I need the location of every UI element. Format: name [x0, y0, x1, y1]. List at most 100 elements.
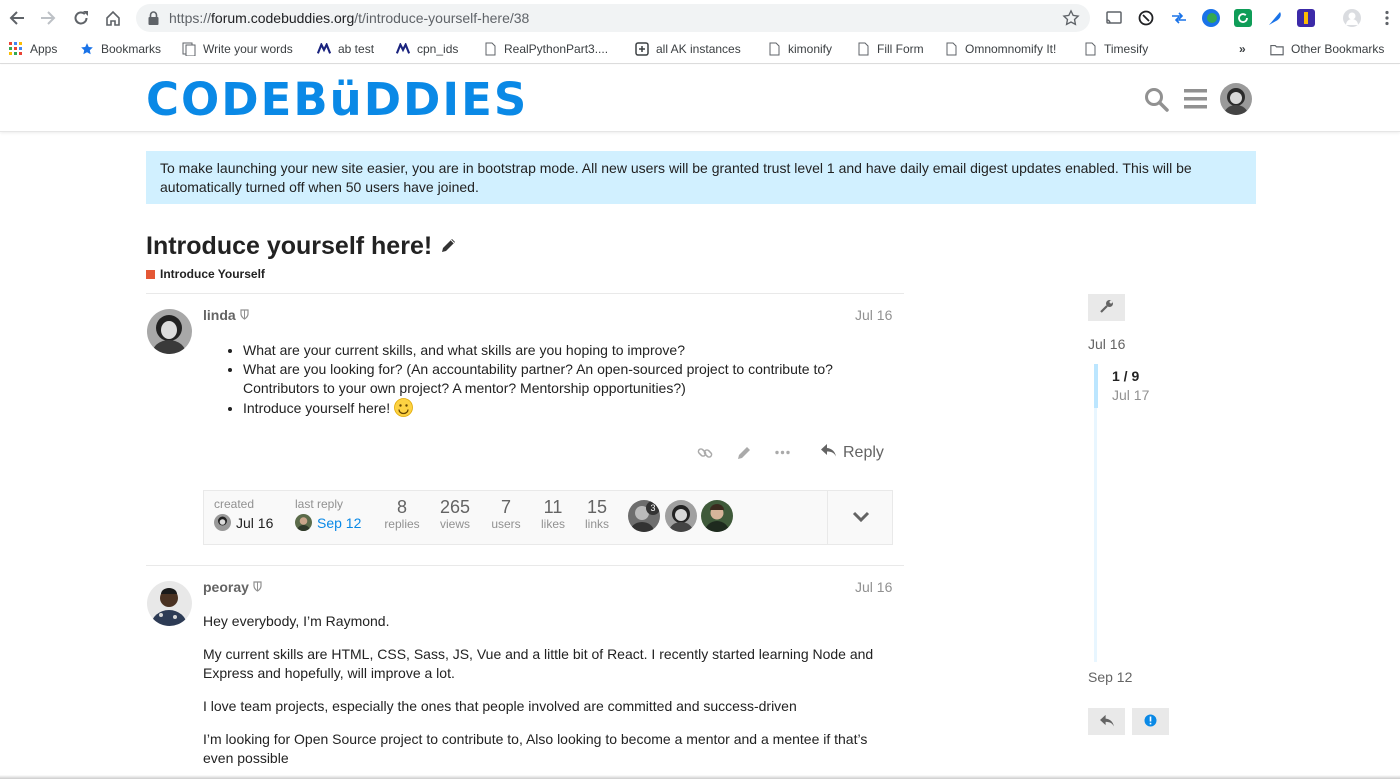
bookmarks-bar: Apps Bookmarks Write your words ab test …	[0, 36, 1400, 64]
menu-kebab-icon[interactable]	[1378, 9, 1396, 27]
bookmark-fill-form[interactable]: Fill Form	[856, 42, 924, 56]
bookmark-all-ak-instances[interactable]: all AK instances	[635, 42, 741, 56]
participant-avatar[interactable]: 3	[628, 500, 660, 532]
extension-bookmark-icon[interactable]	[1297, 9, 1315, 27]
url-text: https://forum.codebuddies.org/t/introduc…	[169, 10, 529, 26]
cast-icon[interactable]	[1105, 9, 1123, 27]
stat-value: 11	[543, 497, 563, 517]
bookmark-star-icon[interactable]	[1062, 9, 1080, 30]
bookmark-label: kimonify	[788, 42, 833, 56]
list-item: What are your current skills, and what s…	[243, 341, 893, 360]
timeline-scrollbar[interactable]	[1094, 364, 1097, 662]
notification-info-button[interactable]	[1132, 708, 1169, 735]
forward-arrow-icon[interactable]	[38, 8, 58, 28]
last-replier-mini-avatar[interactable]	[295, 514, 312, 531]
shield-icon	[240, 307, 249, 323]
bookmark-write-your-words[interactable]: Write your words	[182, 42, 293, 56]
post-avatar-peoray[interactable]	[147, 581, 192, 626]
stat-label: views	[439, 517, 470, 531]
extension-sync-icon[interactable]	[1137, 9, 1155, 27]
other-bookmarks-folder[interactable]: Other Bookmarks	[1270, 42, 1384, 56]
timeline-end-date[interactable]: Sep 12	[1088, 669, 1132, 685]
bookmark-label: Fill Form	[877, 42, 924, 56]
profile-avatar-icon[interactable]	[1343, 9, 1361, 27]
post-divider	[146, 565, 904, 566]
post-paragraph: I’m looking for Open Source project to c…	[203, 731, 868, 766]
hamburger-menu-icon[interactable]	[1184, 89, 1207, 112]
site-header: CODEBüDDIES	[0, 65, 1400, 132]
username-text: linda	[203, 307, 236, 323]
reply-arrow-icon	[820, 443, 837, 462]
post-username[interactable]: linda	[203, 307, 249, 323]
post-body: Hey everybody, I’m Raymond. My current s…	[203, 612, 893, 779]
bookmark-realpython[interactable]: RealPythonPart3....	[483, 42, 608, 56]
bookmarks-overflow-button[interactable]: »	[1239, 42, 1246, 56]
post-username[interactable]: peoray	[203, 579, 262, 595]
timeline-start-date[interactable]: Jul 16	[1088, 336, 1125, 352]
creator-mini-avatar[interactable]	[214, 514, 231, 531]
share-link-icon[interactable]	[697, 445, 713, 461]
list-item: What are you looking for? (An accountabi…	[243, 360, 893, 398]
stat-value: 265	[439, 497, 471, 517]
category-label: Introduce Yourself	[160, 267, 265, 281]
bookmark-ab-test[interactable]: ab test	[317, 42, 374, 56]
post-date[interactable]: Jul 16	[855, 579, 892, 595]
post-body: What are your current skills, and what s…	[203, 341, 893, 422]
more-actions-icon[interactable]	[775, 450, 790, 455]
bookmark-timesify[interactable]: Timesify	[1083, 42, 1148, 56]
pencil-edit-icon[interactable]	[440, 232, 458, 261]
url-host: forum.codebuddies.org	[211, 10, 355, 26]
bookmark-apps[interactable]: Apps	[9, 42, 57, 56]
expand-topic-map-button[interactable]	[827, 490, 893, 545]
m-icon	[396, 42, 410, 56]
extension-arrows-icon[interactable]	[1170, 9, 1188, 27]
wrench-icon	[1099, 299, 1114, 316]
participant-post-count: 3	[650, 503, 655, 513]
bookmark-label: RealPythonPart3....	[504, 42, 609, 56]
topic-title-text[interactable]: Introduce yourself here!	[146, 232, 432, 261]
timeline-handle[interactable]	[1094, 364, 1098, 408]
bookmark-label: Other Bookmarks	[1291, 42, 1385, 56]
bookmark-label: ab test	[338, 42, 375, 56]
post-date[interactable]: Jul 16	[855, 307, 892, 323]
reload-icon[interactable]	[71, 8, 91, 28]
extension-globe-icon[interactable]	[1202, 9, 1220, 27]
topic-title: Introduce yourself here!	[146, 232, 458, 261]
page-icon	[483, 42, 497, 56]
timeline-position-date: Jul 17	[1112, 387, 1150, 403]
post-paragraph: Hey everybody, I’m Raymond.	[203, 613, 390, 629]
site-logo[interactable]: CODEBüDDIES	[146, 77, 528, 122]
stat-label: likes	[540, 517, 565, 531]
stat-replies: 8 replies	[376, 497, 428, 531]
reply-label: Reply	[843, 443, 884, 461]
extension-refresh-icon[interactable]	[1234, 9, 1252, 27]
bookmark-omnomnomify[interactable]: Omnomnomify It!	[944, 42, 1056, 56]
edit-pencil-icon[interactable]	[736, 445, 752, 461]
bookmark-cpn-ids[interactable]: cpn_ids	[396, 42, 458, 56]
category-badge[interactable]: Introduce Yourself	[146, 267, 265, 281]
timeline-reply-button[interactable]	[1088, 708, 1125, 735]
current-user-avatar[interactable]	[1220, 83, 1252, 115]
post-avatar-linda[interactable]	[147, 309, 192, 354]
participant-avatar[interactable]	[701, 500, 733, 532]
stat-links: 15 links	[576, 497, 618, 531]
topic-map: created Jul 16 last reply Sep 12 8 repli…	[203, 490, 893, 545]
url-path: /t/introduce-yourself-here/38	[354, 10, 530, 26]
admin-wrench-button[interactable]	[1088, 294, 1125, 321]
reply-button[interactable]: Reply	[820, 443, 884, 462]
back-arrow-icon[interactable]	[7, 8, 27, 28]
chevron-down-icon	[852, 510, 870, 526]
bookmark-kimonify[interactable]: kimonify	[767, 42, 832, 56]
search-icon[interactable]	[1144, 87, 1169, 115]
bookmark-label: Write your words	[203, 42, 293, 56]
address-bar[interactable]: https://forum.codebuddies.org/t/introduc…	[136, 4, 1090, 32]
browser-toolbar: https://forum.codebuddies.org/t/introduc…	[0, 0, 1400, 36]
topic-last-reply[interactable]: last reply Sep 12	[295, 497, 361, 531]
extension-feather-icon[interactable]	[1266, 9, 1284, 27]
bookmark-bookmarks[interactable]: Bookmarks	[80, 42, 161, 56]
m-icon	[317, 42, 331, 56]
created-label: created	[214, 497, 255, 511]
home-icon[interactable]	[103, 8, 123, 28]
participant-avatar[interactable]	[665, 500, 697, 532]
post-paragraph: I love team projects, especially the one…	[203, 698, 797, 714]
